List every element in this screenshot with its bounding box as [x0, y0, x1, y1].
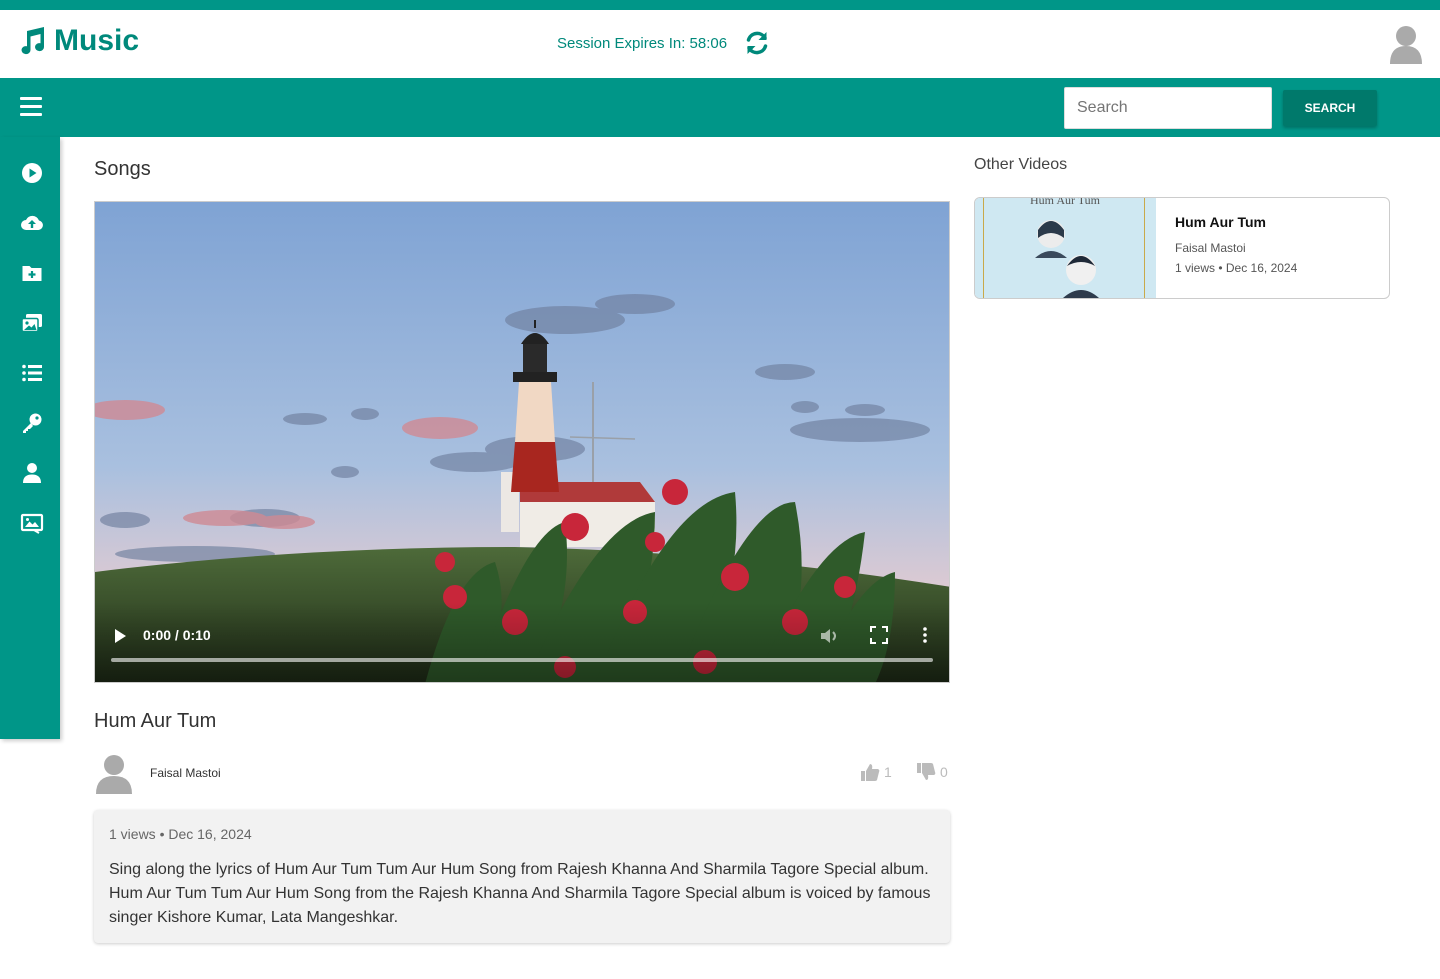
uploader-name[interactable]: Faisal Mastoi — [150, 766, 221, 780]
image-gallery-icon — [20, 513, 44, 534]
like-count: 1 — [884, 764, 892, 780]
video-player[interactable]: 0:00 / 0:10 — [94, 201, 950, 683]
user-icon — [23, 463, 41, 483]
other-videos-heading: Other Videos — [974, 156, 1068, 173]
hamburger-menu-icon[interactable] — [20, 97, 42, 117]
folder-plus-icon — [22, 266, 42, 281]
thumbs-up-icon — [861, 764, 880, 781]
uploader-avatar[interactable] — [94, 752, 134, 794]
images-icon — [21, 314, 42, 333]
dislike-count: 0 — [940, 764, 948, 780]
key-icon — [23, 413, 42, 433]
progress-bar[interactable] — [111, 658, 933, 662]
sidebar-item-image[interactable] — [18, 509, 46, 537]
app-header: Music Session Expires In: 58:06 — [0, 10, 1440, 78]
play-icon[interactable] — [113, 628, 127, 644]
dislike-button[interactable]: 0 — [916, 763, 948, 781]
thumbs-down-icon — [917, 763, 936, 780]
sidebar-item-list[interactable] — [18, 359, 46, 387]
video-description: Sing along the lyrics of Hum Aur Tum Tum… — [109, 861, 931, 926]
thumbnail-text: Hum Aur Tum — [1030, 198, 1101, 207]
navbar: SEARCH — [0, 78, 1440, 137]
card-meta: 1 views • Dec 16, 2024 — [1175, 261, 1298, 275]
sidebar-item-key[interactable] — [18, 409, 46, 437]
app-name: Music — [54, 24, 140, 57]
video-thumbnail: Hum Aur Tum — [975, 198, 1156, 298]
search-button[interactable]: SEARCH — [1283, 90, 1377, 126]
list-icon — [22, 364, 42, 382]
sidebar-item-play[interactable] — [18, 159, 46, 187]
card-artist: Faisal Mastoi — [1175, 241, 1246, 255]
description-box: 1 views • Dec 16, 2024 Sing along the ly… — [94, 810, 950, 943]
video-controls: 0:00 / 0:10 — [95, 602, 949, 682]
more-options-icon[interactable] — [921, 626, 929, 644]
fullscreen-icon[interactable] — [870, 626, 888, 644]
session-text: Session Expires In: 58:06 — [557, 34, 728, 52]
app-logo[interactable]: Music — [16, 24, 139, 58]
sidebar-item-profile[interactable] — [18, 459, 46, 487]
video-time: 0:00 / 0:10 — [143, 627, 211, 643]
session-timer: Session Expires In: 58:06 — [557, 29, 771, 57]
video-meta: 1 views • Dec 16, 2024 — [109, 826, 252, 842]
volume-icon[interactable] — [819, 626, 839, 646]
search-input[interactable] — [1064, 87, 1272, 129]
card-title: Hum Aur Tum — [1175, 214, 1266, 230]
sidebar-item-gallery[interactable] — [18, 309, 46, 337]
music-note-icon — [21, 27, 45, 55]
like-button[interactable]: 1 — [860, 763, 892, 781]
sidebar — [0, 137, 60, 739]
sidebar-item-upload[interactable] — [18, 209, 46, 237]
page-title: Songs — [94, 158, 151, 180]
sidebar-item-new-folder[interactable] — [18, 259, 46, 287]
user-avatar-icon[interactable] — [1388, 24, 1424, 64]
refresh-icon[interactable] — [743, 29, 771, 57]
cloud-upload-icon — [21, 215, 43, 230]
song-title: Hum Aur Tum — [94, 710, 217, 732]
other-video-card[interactable]: Hum Aur Tum Hum Aur Tum Faisal Mastoi 1 … — [974, 197, 1390, 299]
top-accent-strip — [0, 0, 1440, 10]
play-circle-icon — [22, 163, 42, 183]
